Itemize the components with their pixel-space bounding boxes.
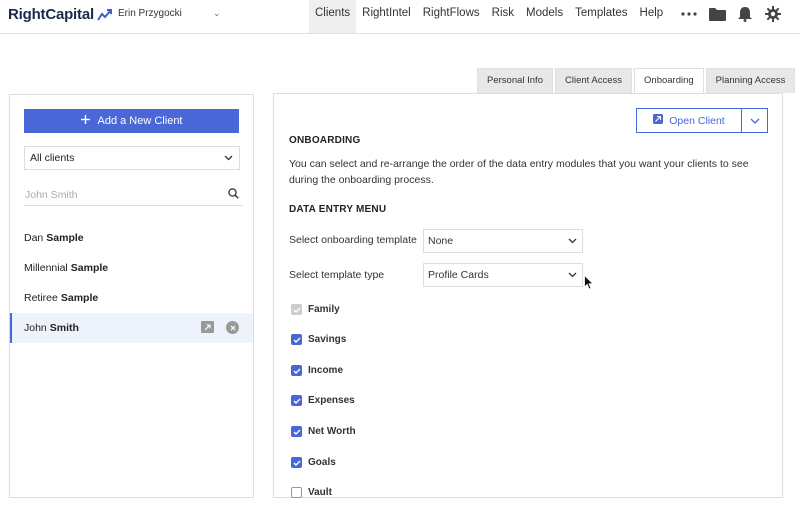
tab-client-access[interactable]: Client Access: [554, 68, 633, 93]
remove-icon[interactable]: [226, 321, 239, 334]
folder-icon[interactable]: [708, 5, 726, 23]
client-first-name: Retiree: [24, 292, 58, 304]
open-client-label: Open Client: [669, 114, 725, 127]
checkbox-vault[interactable]: [291, 487, 302, 498]
mouse-cursor-icon: [584, 274, 594, 293]
client-row-dan-sample[interactable]: Dan Sample: [10, 223, 253, 253]
module-label: Vault: [308, 487, 332, 498]
module-income[interactable]: Income: [291, 365, 343, 376]
client-first-name: Millennial: [24, 262, 68, 274]
open-client-button[interactable]: Open Client: [637, 109, 742, 132]
onboarding-panel: Open Client ONBOARDING You can select an…: [273, 93, 783, 498]
module-savings[interactable]: Savings: [291, 334, 346, 345]
client-filter-value: All clients: [30, 152, 75, 164]
module-family: Family: [291, 304, 340, 315]
main-nav: Clients RightIntel RightFlows Risk Model…: [309, 0, 669, 33]
template-type-select[interactable]: Profile Cards: [423, 263, 583, 287]
module-net-worth[interactable]: Net Worth: [291, 426, 356, 437]
tab-planning-access[interactable]: Planning Access: [705, 68, 796, 93]
client-last-name: Sample: [60, 292, 99, 304]
user-menu-caret-icon[interactable]: ⌄: [213, 8, 221, 19]
checkbox-savings[interactable]: [291, 334, 302, 345]
nav-templates[interactable]: Templates: [569, 0, 633, 33]
nav-rightflows[interactable]: RightFlows: [417, 0, 486, 33]
top-icons: [680, 5, 782, 23]
more-icon[interactable]: [680, 5, 698, 23]
client-row-millennial-sample[interactable]: Millennial Sample: [10, 253, 253, 283]
chevron-down-icon: [224, 152, 233, 164]
nav-risk[interactable]: Risk: [486, 0, 520, 33]
onboarding-template-select[interactable]: None: [423, 229, 583, 253]
plus-icon: [80, 115, 90, 127]
search-icon[interactable]: [228, 187, 239, 202]
client-search-input[interactable]: John Smith: [24, 184, 243, 206]
module-label: Income: [308, 365, 344, 376]
client-list-panel: Add a New Client All clients John Smith …: [9, 94, 254, 498]
logo-text: RightCapital: [8, 6, 94, 23]
row-actions: [201, 321, 239, 334]
chevron-down-icon: [568, 269, 577, 281]
template-label: Select onboarding template: [289, 234, 417, 246]
nav-help[interactable]: Help: [634, 0, 670, 33]
client-row-retiree-sample[interactable]: Retiree Sample: [10, 283, 253, 313]
checkbox-income[interactable]: [291, 365, 302, 376]
tab-personal-info[interactable]: Personal Info: [477, 68, 553, 93]
search-placeholder: John Smith: [25, 188, 78, 201]
bell-icon[interactable]: [736, 5, 754, 23]
chevron-down-icon: [750, 115, 760, 127]
add-client-button[interactable]: Add a New Client: [24, 109, 239, 133]
add-client-label: Add a New Client: [97, 115, 183, 127]
client-tabs: Personal Info Client Access Onboarding P…: [477, 68, 796, 93]
client-list: Dan Sample Millennial Sample Retiree Sam…: [10, 223, 253, 343]
module-label: Family: [308, 304, 340, 315]
onboarding-description: You can select and re-arrange the order …: [289, 158, 749, 186]
open-client-split-button: Open Client: [636, 108, 768, 133]
template-type-label: Select template type: [289, 269, 385, 281]
nav-models[interactable]: Models: [520, 0, 569, 33]
client-last-name: Smith: [49, 322, 79, 334]
checkbox-family: [291, 304, 302, 315]
data-entry-menu-title: DATA ENTRY MENU: [289, 204, 387, 215]
module-goals[interactable]: Goals: [291, 457, 336, 468]
checkbox-net-worth[interactable]: [291, 426, 302, 437]
open-client-menu-button[interactable]: [742, 109, 767, 132]
tab-onboarding[interactable]: Onboarding: [634, 68, 704, 93]
client-last-name: Sample: [46, 232, 84, 244]
client-first-name: Dan: [24, 232, 44, 244]
module-label: Savings: [308, 334, 347, 345]
onboarding-template-value: None: [428, 235, 454, 247]
open-external-icon: [653, 114, 664, 127]
logo-mark-icon: [97, 8, 112, 21]
module-expenses[interactable]: Expenses: [291, 395, 355, 406]
template-type-value: Profile Cards: [428, 269, 489, 281]
client-last-name: Sample: [70, 262, 109, 274]
onboarding-title: ONBOARDING: [289, 135, 361, 146]
checkbox-expenses[interactable]: [291, 395, 302, 406]
nav-rightintel[interactable]: RightIntel: [356, 0, 417, 33]
nav-clients[interactable]: Clients: [309, 0, 357, 33]
client-first-name: John: [24, 322, 47, 334]
module-vault[interactable]: Vault: [291, 487, 332, 498]
open-external-icon[interactable]: [201, 321, 214, 333]
module-label: Expenses: [308, 395, 355, 406]
gear-icon[interactable]: [764, 5, 782, 23]
top-bar: RightCapital Erin Przygocki ⌄ Clients Ri…: [0, 0, 800, 34]
checkbox-goals[interactable]: [291, 457, 302, 468]
chevron-down-icon: [568, 235, 577, 247]
client-filter-select[interactable]: All clients: [24, 146, 240, 170]
logo[interactable]: RightCapital: [8, 6, 113, 23]
client-row-john-smith[interactable]: John Smith: [10, 313, 253, 343]
user-name[interactable]: Erin Przygocki: [118, 8, 182, 19]
module-label: Goals: [308, 457, 336, 468]
module-label: Net Worth: [308, 426, 356, 437]
